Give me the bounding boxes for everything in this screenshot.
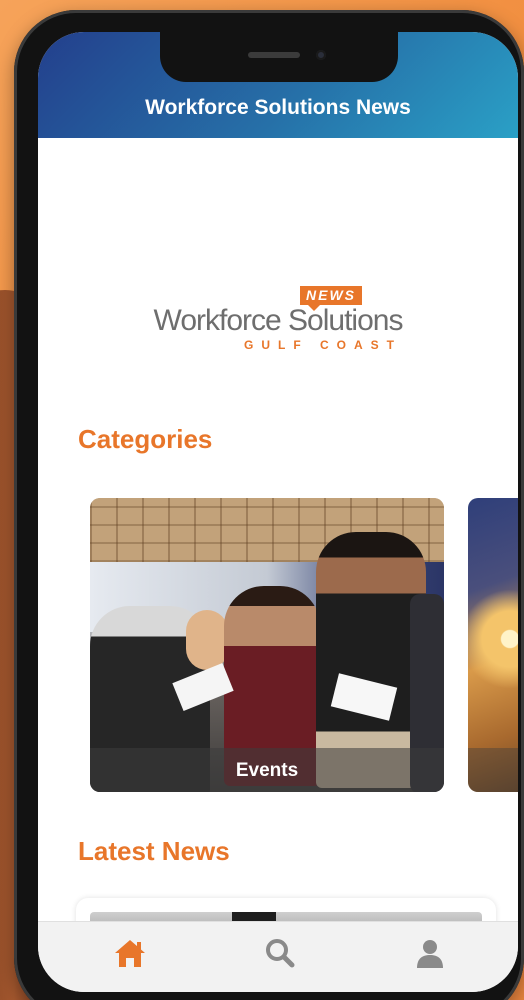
app-screen: Workforce Solutions News NEWS Workforce … xyxy=(38,32,518,992)
category-label: Events xyxy=(235,760,299,781)
events-photo-person xyxy=(186,610,228,670)
speaker-grille xyxy=(248,52,300,58)
category-card-next[interactable] xyxy=(468,498,518,792)
home-icon xyxy=(115,940,145,967)
category-card-events[interactable]: Events xyxy=(90,498,444,792)
header-title: Workforce Solutions News xyxy=(145,96,411,119)
tab-search[interactable] xyxy=(260,936,300,976)
logo-wordmark: Workforce Solutions xyxy=(153,304,404,337)
card-label-overlay xyxy=(468,748,518,792)
search-icon xyxy=(266,939,295,968)
phone-notch xyxy=(160,32,398,82)
latest-news-heading: Latest News xyxy=(78,836,230,866)
brand-logo: NEWS Workforce Solutions GULF COAST xyxy=(38,282,518,362)
background: Workforce Solutions News NEWS Workforce … xyxy=(0,0,524,1000)
bottom-tab-bar xyxy=(38,921,518,992)
phone-frame: Workforce Solutions News NEWS Workforce … xyxy=(14,10,524,1000)
logo-news-badge: NEWS xyxy=(300,286,362,311)
tab-home[interactable] xyxy=(110,936,150,976)
logo-subtitle: GULF COAST xyxy=(244,338,402,352)
welding-spark-photo xyxy=(468,558,518,738)
profile-icon xyxy=(417,940,443,968)
front-camera xyxy=(316,50,326,60)
tab-profile[interactable] xyxy=(410,936,450,976)
categories-heading: Categories xyxy=(78,424,213,454)
